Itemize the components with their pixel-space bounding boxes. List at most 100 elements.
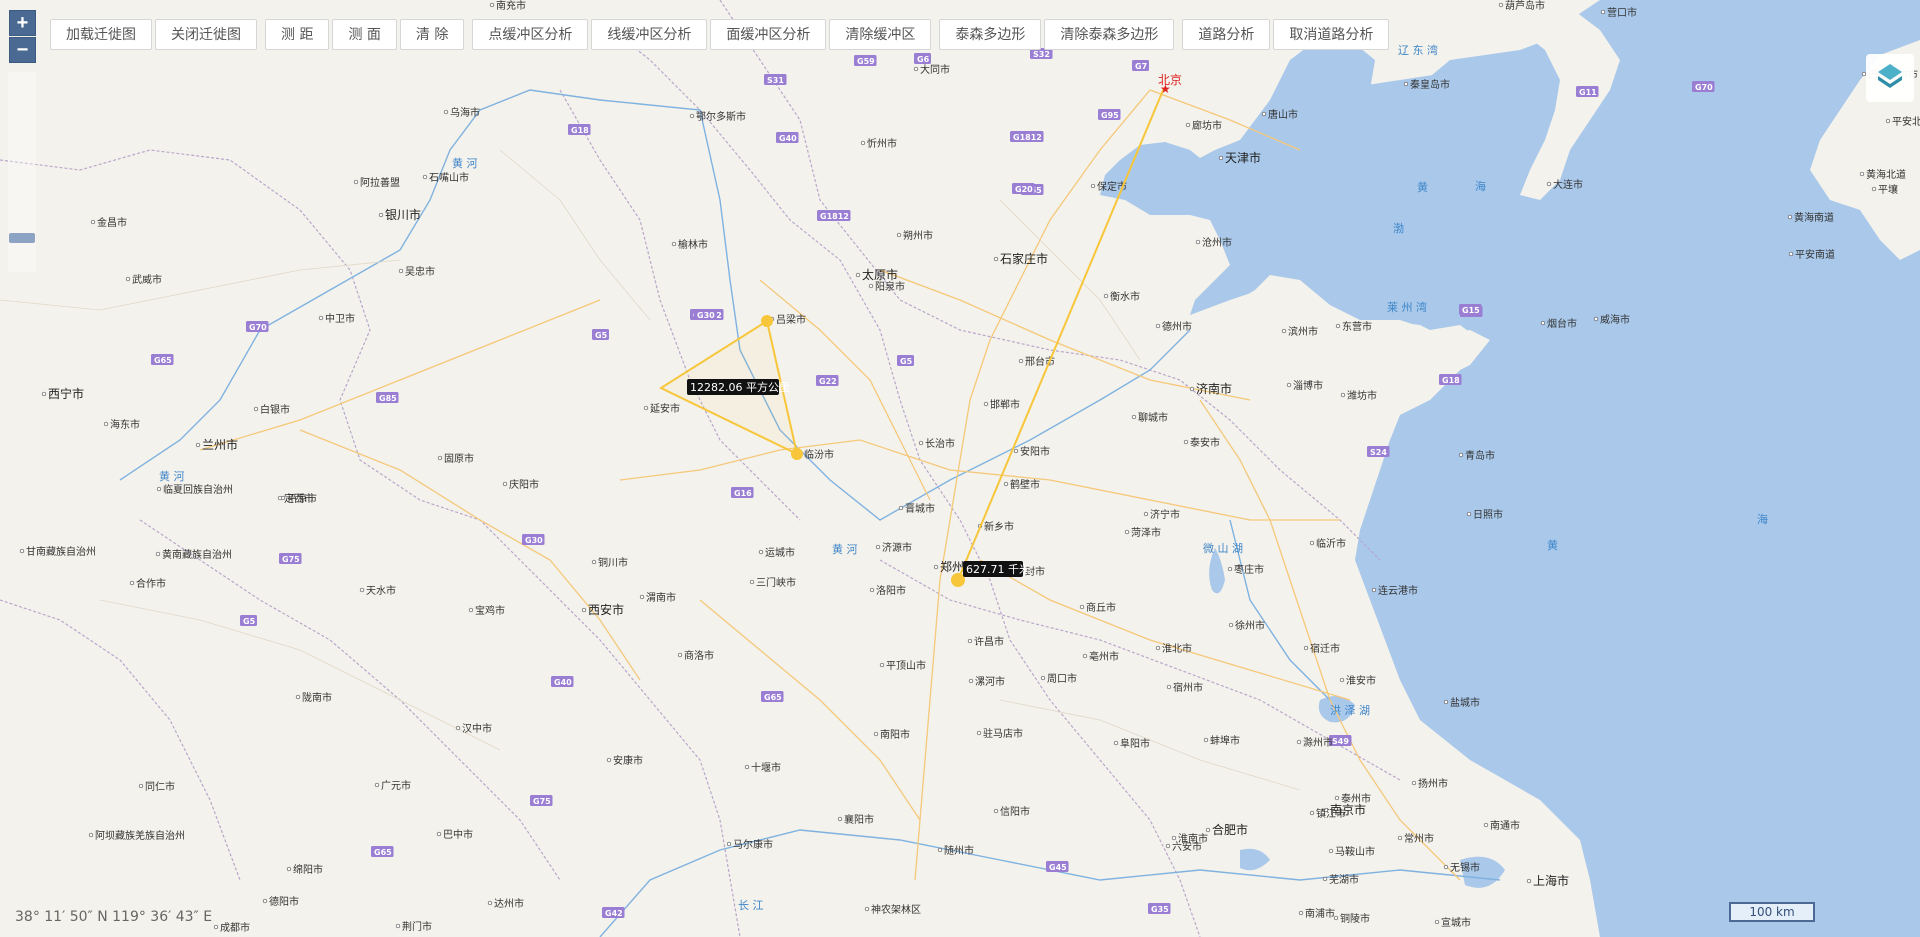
city-label: 济源市	[882, 541, 912, 554]
road-analysis-button[interactable]: 道路分析	[1182, 19, 1271, 50]
city-label: 济南市	[1196, 381, 1232, 396]
road-shield: G95	[1098, 109, 1121, 120]
city-label: 邯郸市	[990, 398, 1020, 411]
measure-vertex-icon[interactable]	[791, 448, 803, 460]
city-dot	[1458, 452, 1464, 458]
city-dot	[1859, 171, 1865, 177]
city-label: 合作市	[136, 577, 166, 590]
city-dot	[1333, 915, 1339, 921]
clear-buffer-button[interactable]: 清除缓冲区	[829, 19, 932, 50]
zoom-in-button[interactable]: +	[9, 10, 36, 36]
city-dot	[1443, 864, 1449, 870]
city-dot	[864, 906, 870, 912]
svg-text:G30: G30	[525, 536, 543, 545]
svg-text:S31: S31	[767, 76, 784, 85]
city-label: 平顶山市	[886, 659, 926, 672]
city-dot	[1124, 529, 1130, 535]
city-dot	[1195, 239, 1201, 245]
clear-voronoi-button[interactable]: 清除泰森多边形	[1044, 19, 1175, 50]
measure-vertex-icon[interactable]	[761, 315, 773, 327]
measure-distance-button[interactable]: 测 距	[265, 19, 330, 50]
water-label: 黄 河	[452, 156, 478, 170]
city-label: 铜陵市	[1340, 912, 1370, 925]
city-dot	[1526, 878, 1532, 884]
city-label: 阿拉善盟	[360, 176, 400, 189]
city-dot	[976, 730, 982, 736]
road-shield: G18	[568, 124, 591, 135]
city-label: 镇江市	[1316, 807, 1346, 820]
city-dot	[195, 442, 201, 448]
water-label: 黄 河	[832, 542, 858, 556]
city-dot	[879, 662, 885, 668]
city-dot	[1185, 122, 1191, 128]
road-shield: G70	[246, 321, 269, 332]
polygon-buffer-button[interactable]: 面缓冲区分析	[710, 19, 827, 50]
city-dot	[1340, 392, 1346, 398]
analysis-toolbar: 加载迁徙图 关闭迁徙图 测 距 测 面 清 除 点缓冲区分析 线缓冲区分析 面缓…	[50, 19, 1392, 52]
svg-text:G65: G65	[374, 848, 392, 857]
city-label: 日照市	[1473, 508, 1503, 521]
city-label: 上海市	[1533, 873, 1569, 888]
city-label: 大连市	[1553, 178, 1583, 191]
close-migration-button[interactable]: 关闭迁徙图	[155, 19, 257, 50]
city-dot	[1018, 358, 1024, 364]
scale-bar: 100 km	[1729, 902, 1815, 922]
svg-text:G65: G65	[154, 356, 172, 365]
city-label: 广元市	[381, 779, 411, 792]
city-dot	[1309, 540, 1315, 546]
city-label: 汉中市	[462, 722, 492, 735]
city-dot	[1286, 382, 1292, 388]
city-label: 无锡市	[1450, 861, 1480, 874]
city-dot	[502, 481, 508, 487]
road-shield: G75	[279, 553, 302, 564]
voronoi-button[interactable]: 泰森多边形	[939, 19, 1042, 50]
city-label: 阿坝藏族羌族自治州	[95, 829, 185, 842]
road-shield: G70	[1692, 81, 1715, 92]
map-canvas[interactable]: G59G7S31G40S32G6G18G95G1812G65G1812G20G2…	[0, 0, 1920, 937]
city-dot	[378, 212, 384, 218]
city-dot	[286, 866, 292, 872]
layer-switcher-button[interactable]	[1866, 54, 1914, 102]
city-dot	[422, 174, 428, 180]
city-label: 唐山市	[1268, 108, 1298, 121]
city-label: 葫芦岛市	[1505, 0, 1545, 12]
city-label: 平安北道	[1892, 115, 1920, 128]
svg-text:G75: G75	[282, 555, 300, 564]
load-migration-button[interactable]: 加载迁徙图	[50, 19, 152, 50]
measure-vertex-icon[interactable]	[951, 573, 965, 587]
water-label: 辽 东 湾	[1398, 43, 1438, 57]
line-buffer-button[interactable]: 线缓冲区分析	[591, 19, 708, 50]
city-dot	[749, 579, 755, 585]
city-dot	[1261, 111, 1267, 117]
svg-text:G59: G59	[857, 57, 875, 66]
city-label: 神农架林区	[871, 903, 921, 916]
city-dot	[253, 406, 259, 412]
city-label: 信阳市	[1000, 805, 1030, 818]
svg-text:G85: G85	[379, 394, 397, 403]
city-dot	[90, 219, 96, 225]
city-dot	[213, 924, 219, 930]
measure-area-button[interactable]: 测 面	[332, 19, 397, 50]
road-shield: G1812	[817, 210, 851, 221]
city-dot	[1434, 919, 1440, 925]
svg-text:G70: G70	[249, 323, 267, 332]
clear-button[interactable]: 清 除	[399, 19, 465, 50]
city-dot	[155, 551, 161, 557]
zoom-slider-handle[interactable]	[9, 233, 35, 243]
city-label: 烟台市	[1547, 317, 1577, 330]
city-dot	[639, 594, 645, 600]
city-label: 庆阳市	[509, 478, 539, 491]
city-label: 运城市	[765, 546, 795, 559]
cancel-road-analysis-button[interactable]: 取消道路分析	[1273, 19, 1390, 50]
road-shield: G30	[522, 534, 545, 545]
city-label: 中卫市	[325, 312, 355, 325]
point-buffer-button[interactable]: 点缓冲区分析	[472, 19, 589, 50]
city-dot	[1296, 739, 1302, 745]
city-label: 宿迁市	[1310, 642, 1340, 655]
city-label: 许昌市	[974, 635, 1004, 648]
city-dot	[1040, 675, 1046, 681]
zoom-out-button[interactable]: −	[9, 37, 36, 63]
city-label: 天水市	[366, 584, 396, 597]
svg-text:S49: S49	[1332, 737, 1349, 746]
city-label: 黄海南道	[1794, 211, 1834, 224]
